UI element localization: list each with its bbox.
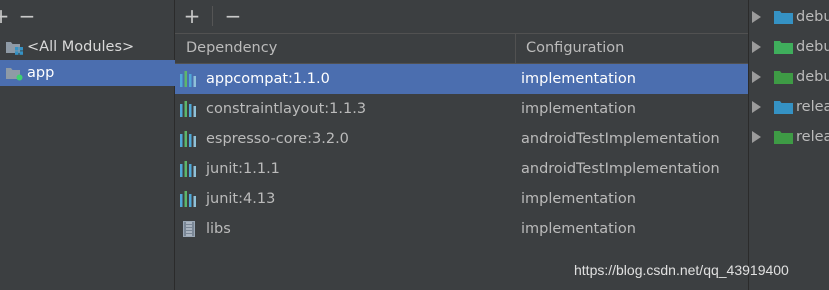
dependency-name: constraintlayout:1.1.3 (206, 101, 367, 117)
variant-item[interactable]: relea (749, 122, 829, 152)
add-module-button[interactable]: + (0, 5, 11, 27)
table-header: Dependency Configuration (175, 33, 748, 64)
variants-panel: debu debu debu relea relea (748, 0, 829, 290)
watermark-text: https://blog.csdn.net/qq_43919400 (574, 262, 789, 278)
expand-arrow-icon[interactable] (752, 71, 761, 83)
dependency-name: libs (206, 221, 231, 237)
folder-icon (774, 130, 793, 144)
dependency-name: appcompat:1.1.0 (206, 71, 330, 87)
variant-item[interactable]: debu (749, 32, 829, 62)
toolbar-separator (212, 6, 213, 26)
folder-icon (774, 10, 793, 24)
variant-label: debu (796, 9, 829, 25)
expand-arrow-icon[interactable] (752, 41, 761, 53)
module-label: <All Modules> (27, 39, 135, 55)
all-modules-icon (5, 39, 24, 55)
folder-icon (774, 70, 793, 84)
variant-item[interactable]: debu (749, 62, 829, 92)
dependency-configuration[interactable]: implementation (521, 64, 636, 94)
column-header-configuration[interactable]: Configuration (526, 34, 624, 63)
module-label: app (27, 65, 55, 81)
add-dependency-button[interactable]: + (182, 5, 202, 27)
expand-arrow-icon[interactable] (752, 11, 761, 23)
library-bars-icon (180, 71, 198, 87)
dependency-configuration[interactable]: androidTestImplementation (521, 124, 720, 154)
jar-icon (183, 221, 195, 237)
folder-icon (774, 100, 793, 114)
table-row[interactable]: constraintlayout:1.1.3 implementation (175, 94, 748, 124)
column-divider[interactable] (515, 34, 516, 63)
table-row[interactable]: junit:1.1.1 androidTestImplementation (175, 154, 748, 184)
dependency-configuration[interactable]: implementation (521, 184, 636, 214)
library-bars-icon (180, 131, 198, 147)
table-row[interactable]: libs implementation (175, 214, 748, 244)
dependencies-toolbar: + − (175, 0, 748, 33)
library-bars-icon (180, 191, 198, 207)
dependency-configuration[interactable]: implementation (521, 214, 636, 244)
variant-item[interactable]: debu (749, 2, 829, 32)
expand-arrow-icon[interactable] (752, 131, 761, 143)
variant-label: relea (796, 99, 829, 115)
dependencies-panel: + − Dependency Configuration appcompat:1… (175, 0, 748, 290)
dependency-name: junit:1.1.1 (206, 161, 280, 177)
library-bars-icon (180, 101, 198, 117)
module-item-all-modules[interactable]: <All Modules> (0, 34, 175, 60)
expand-arrow-icon[interactable] (752, 101, 761, 113)
column-header-dependency[interactable]: Dependency (186, 34, 277, 63)
library-bars-icon (180, 161, 198, 177)
module-folder-icon (5, 65, 24, 81)
remove-dependency-button[interactable]: − (223, 5, 243, 27)
remove-module-button[interactable]: − (17, 5, 37, 27)
table-row[interactable]: junit:4.13 implementation (175, 184, 748, 214)
table-row[interactable]: appcompat:1.1.0 implementation (175, 64, 748, 94)
variant-label: relea (796, 129, 829, 145)
modules-toolbar: + − (0, 0, 175, 33)
variant-item[interactable]: relea (749, 92, 829, 122)
table-row[interactable]: espresso-core:3.2.0 androidTestImplement… (175, 124, 748, 154)
dependency-configuration[interactable]: androidTestImplementation (521, 154, 720, 184)
module-item-app[interactable]: app (0, 60, 175, 86)
modules-panel: + − <All Modules> app (0, 0, 175, 290)
dependency-name: junit:4.13 (206, 191, 276, 207)
dependency-name: espresso-core:3.2.0 (206, 131, 349, 147)
variant-label: debu (796, 39, 829, 55)
variant-label: debu (796, 69, 829, 85)
folder-icon (774, 40, 793, 54)
dependency-configuration[interactable]: implementation (521, 94, 636, 124)
